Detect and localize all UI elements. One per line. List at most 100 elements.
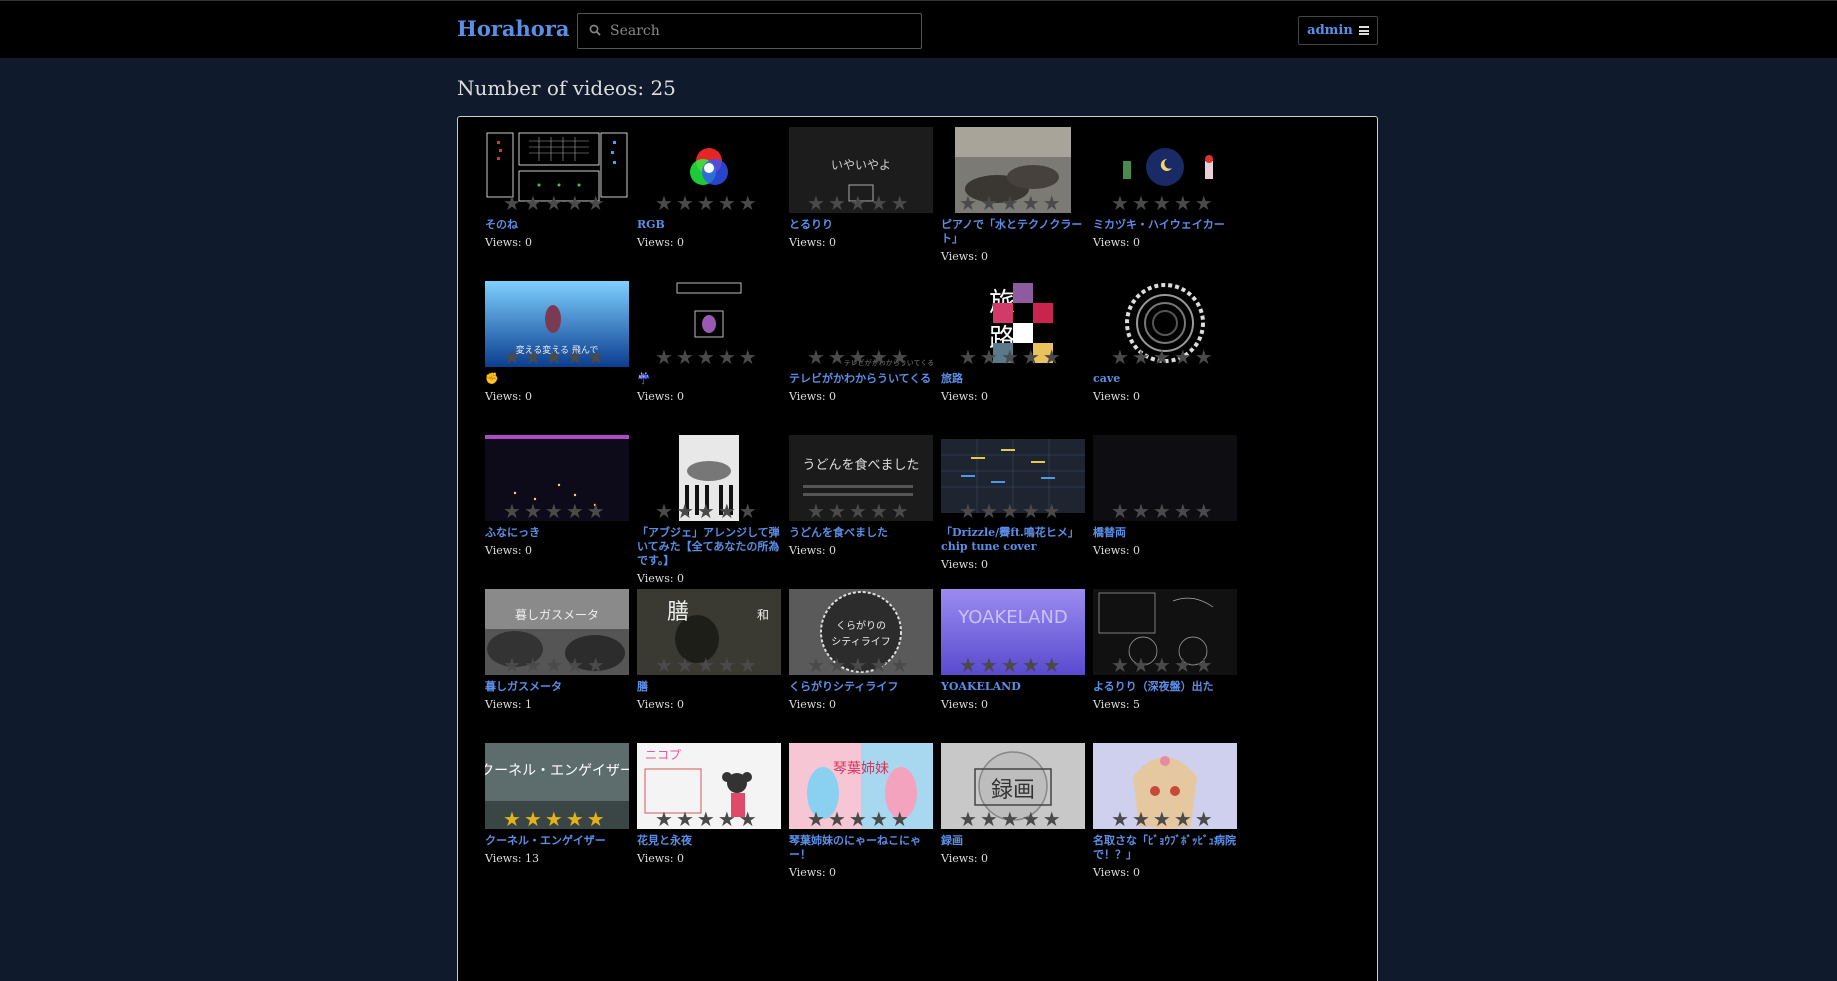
- video-title-link[interactable]: ☔: [637, 372, 783, 386]
- star-icon: ★: [848, 191, 870, 213]
- video-thumbnail[interactable]: ★★★★★: [637, 127, 781, 213]
- rating-stars: ★★★★★: [655, 193, 760, 213]
- video-thumbnail[interactable]: ★★★★★: [485, 435, 629, 521]
- video-thumbnail[interactable]: くらがりの シティライフ ★★★★★: [789, 589, 933, 675]
- video-title-link[interactable]: 膳: [637, 680, 783, 694]
- video-title-link[interactable]: 録画: [941, 834, 1087, 848]
- views-count: 0: [1133, 236, 1141, 249]
- video-card[interactable]: うどんを食べました ★★★★★ うどんを食べました Views: 0: [789, 435, 935, 558]
- star-icon: ★: [1173, 653, 1195, 675]
- video-title-link[interactable]: くらがりシティライフ: [789, 680, 935, 694]
- video-card[interactable]: ★★★★★ 橋替両 Views: 0: [1093, 435, 1239, 558]
- video-thumbnail[interactable]: 琴葉姉妹 ★★★★★: [789, 743, 933, 829]
- views-count: 0: [677, 852, 685, 865]
- video-title-link[interactable]: cave: [1093, 372, 1239, 386]
- video-thumbnail[interactable]: うどんを食べました ★★★★★: [789, 435, 933, 521]
- video-title-link[interactable]: ピアノで「水とテクノクラート」: [941, 218, 1087, 246]
- video-card[interactable]: ★★★★★ ピアノで「水とテクノクラート」 Views: 0: [941, 127, 1087, 264]
- star-icon: ★: [1042, 191, 1064, 213]
- video-card[interactable]: 膳和 ★★★★★ 膳 Views: 0: [637, 589, 783, 712]
- video-thumbnail[interactable]: ★★★★★: [941, 435, 1085, 521]
- video-title-link[interactable]: RGB: [637, 218, 783, 232]
- video-title-link[interactable]: YOAKELAND: [941, 680, 1087, 694]
- star-icon: ★: [544, 499, 566, 521]
- video-thumbnail[interactable]: 暮しガスメータ ★★★★★: [485, 589, 629, 675]
- views-prefix: Views:: [1093, 544, 1134, 557]
- star-icon: ★: [1111, 191, 1132, 213]
- video-card[interactable]: ★★★★★ そのね Views: 0: [485, 127, 631, 250]
- video-title-link[interactable]: 「Drizzle/霽ft.鳴花ヒメ」chip tune cover: [941, 526, 1087, 554]
- video-card[interactable]: 変える変える 飛んで ★★★★★ ✊ Views: 0: [485, 281, 631, 404]
- video-title-link[interactable]: 「アブジェ」アレンジして弾いてみた【全てあなたの所為です。】: [637, 526, 783, 568]
- search-input[interactable]: [610, 14, 910, 48]
- video-card[interactable]: ★★★★★ 名取さな「ﾋﾞｮｳﾌﾞﾎﾞｯﾋﾞｭ病院で！？」 Views: 0: [1093, 743, 1239, 880]
- video-title-link[interactable]: そのね: [485, 218, 631, 232]
- video-card[interactable]: ★★★★★ cave Views: 0: [1093, 281, 1239, 404]
- video-thumbnail[interactable]: 膳和 ★★★★★: [637, 589, 781, 675]
- video-title-link[interactable]: ✊: [485, 372, 631, 386]
- video-thumbnail[interactable]: いやいやよ ★★★★★: [789, 127, 933, 213]
- video-thumbnail[interactable]: ★★★★★: [1093, 589, 1237, 675]
- video-views: Views: 0: [789, 544, 935, 558]
- video-title-link[interactable]: クーネル・エンゲイザー: [485, 834, 631, 848]
- video-thumbnail[interactable]: ★★★★★: [637, 435, 781, 521]
- star-icon: ★: [655, 345, 676, 367]
- video-card[interactable]: 暮しガスメータ ★★★★★ 暮しガスメータ Views: 1: [485, 589, 631, 712]
- video-card[interactable]: ★★★★★ ミカヅキ・ハイウェイカー Views: 0: [1093, 127, 1239, 250]
- video-title-link[interactable]: 橋替両: [1093, 526, 1239, 540]
- video-thumbnail[interactable]: 旅路★★★★★: [941, 281, 1085, 367]
- video-card[interactable]: 旅路★★★★★ 旅路 Views: 0: [941, 281, 1087, 404]
- star-icon: ★: [1021, 345, 1043, 367]
- video-thumbnail[interactable]: ★★★★★: [485, 127, 629, 213]
- video-card[interactable]: クーネル・エンゲイザー ★★★★★ クーネル・エンゲイザー Views: 13: [485, 743, 631, 866]
- search-icon: [589, 24, 601, 36]
- video-thumbnail[interactable]: ★★★★★: [1093, 127, 1237, 213]
- video-title-link[interactable]: 旅路: [941, 372, 1087, 386]
- video-thumbnail[interactable]: 録画 ★★★★★: [941, 743, 1085, 829]
- video-thumbnail[interactable]: ★★★★★: [1093, 743, 1237, 829]
- video-thumbnail[interactable]: ニコプ ★★★★★: [637, 743, 781, 829]
- video-title-link[interactable]: 花見と永夜: [637, 834, 783, 848]
- video-card[interactable]: 録画 ★★★★★ 録画 Views: 0: [941, 743, 1087, 866]
- video-thumbnail[interactable]: ★★★★★: [637, 281, 781, 367]
- views-prefix: Views:: [789, 544, 830, 557]
- video-title-link[interactable]: うどんを食べました: [789, 526, 935, 540]
- admin-menu-button[interactable]: admin: [1298, 16, 1378, 45]
- video-card[interactable]: ★★★★★ RGB Views: 0: [637, 127, 783, 250]
- video-card[interactable]: ★★★★★ よるりり（深夜盤）出た Views: 5: [1093, 589, 1239, 712]
- video-thumbnail[interactable]: テレビがかわからういてくる ★★★★★: [789, 281, 933, 367]
- views-count: 0: [1133, 866, 1141, 879]
- search-box[interactable]: [577, 13, 922, 49]
- video-card[interactable]: ★★★★★ ふなにっき Views: 0: [485, 435, 631, 558]
- video-title-link[interactable]: テレビがかわからういてくる: [789, 372, 935, 386]
- video-card[interactable]: テレビがかわからういてくる ★★★★★ テレビがかわからういてくる Views: 0: [789, 281, 935, 404]
- star-icon: ★: [655, 191, 676, 213]
- video-thumbnail[interactable]: 変える変える 飛んで ★★★★★: [485, 281, 629, 367]
- video-thumbnail[interactable]: クーネル・エンゲイザー ★★★★★: [485, 743, 629, 829]
- star-icon: ★: [979, 345, 1001, 367]
- star-icon: ★: [1042, 653, 1064, 675]
- video-card[interactable]: ★★★★★ 「Drizzle/霽ft.鳴花ヒメ」chip tune cover Vi…: [941, 435, 1087, 572]
- video-title-link[interactable]: 名取さな「ﾋﾞｮｳﾌﾞﾎﾞｯﾋﾞｭ病院で！？」: [1093, 834, 1239, 862]
- video-title-link[interactable]: とるりり: [789, 218, 935, 232]
- star-icon: ★: [675, 807, 697, 829]
- video-card[interactable]: くらがりの シティライフ ★★★★★ くらがりシティライフ Views: 0: [789, 589, 935, 712]
- video-card[interactable]: ニコプ ★★★★★ 花見と永夜 Views: 0: [637, 743, 783, 866]
- video-card[interactable]: 琴葉姉妹 ★★★★★ 琴葉姉妹のにゃーねこにゃー！ Views: 0: [789, 743, 935, 880]
- video-thumbnail[interactable]: ★★★★★: [941, 127, 1085, 213]
- video-card[interactable]: いやいやよ ★★★★★ とるりり Views: 0: [789, 127, 935, 250]
- video-title-link[interactable]: ふなにっき: [485, 526, 631, 540]
- video-title-link[interactable]: ミカヅキ・ハイウェイカー: [1093, 218, 1239, 232]
- video-card[interactable]: ★★★★★ 「アブジェ」アレンジして弾いてみた【全てあなたの所為です。】 Views…: [637, 435, 783, 586]
- video-title-link[interactable]: 琴葉姉妹のにゃーねこにゃー！: [789, 834, 935, 862]
- video-card[interactable]: ★★★★★ ☔ Views: 0: [637, 281, 783, 404]
- video-thumbnail[interactable]: ★★★★★: [1093, 281, 1237, 367]
- video-title-link[interactable]: 暮しガスメータ: [485, 680, 631, 694]
- star-icon: ★: [738, 499, 760, 521]
- video-title-link[interactable]: よるりり（深夜盤）出た: [1093, 680, 1239, 694]
- video-card[interactable]: YOAKELAND ★★★★★ YOAKELAND Views: 0: [941, 589, 1087, 712]
- video-thumbnail[interactable]: YOAKELAND ★★★★★: [941, 589, 1085, 675]
- brand-logo[interactable]: Horahora: [457, 16, 569, 41]
- views-prefix: Views:: [941, 852, 982, 865]
- video-thumbnail[interactable]: ★★★★★: [1093, 435, 1237, 521]
